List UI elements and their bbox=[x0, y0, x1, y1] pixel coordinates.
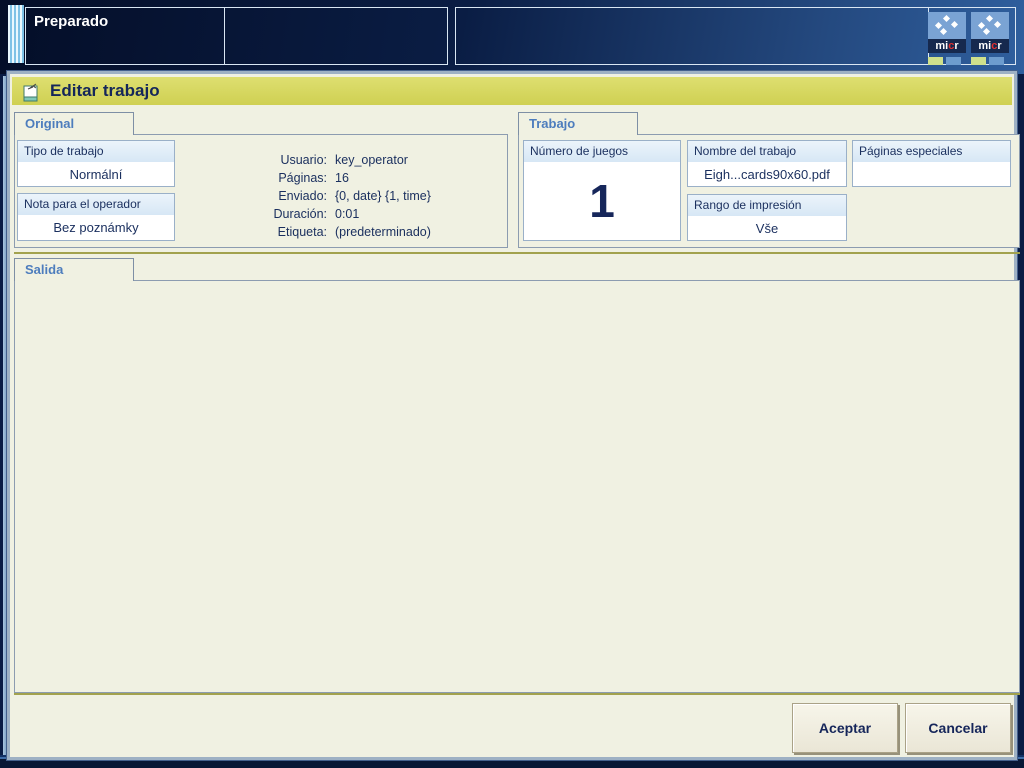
number-of-sets-button[interactable]: Número de juegos 1 bbox=[523, 140, 681, 241]
system-status-bar: Preparado micr micr bbox=[0, 0, 1024, 74]
micr-indicators: micr micr bbox=[928, 12, 1009, 65]
operator-note-value: Bez poznámky bbox=[53, 220, 139, 235]
job-type-button[interactable]: Tipo de trabajo Normální bbox=[17, 140, 175, 187]
tab-trabajo-label: Trabajo bbox=[529, 116, 576, 131]
print-range-label: Rango de impresión bbox=[688, 195, 846, 216]
operator-note-label: Nota para el operador bbox=[18, 194, 174, 215]
operator-note-button[interactable]: Nota para el operador Bez poznámky bbox=[17, 193, 175, 241]
green-chip bbox=[928, 57, 943, 65]
panel-divider bbox=[224, 8, 225, 64]
tab-trabajo[interactable]: Trabajo bbox=[518, 112, 638, 135]
job-type-label: Tipo de trabajo bbox=[18, 141, 174, 162]
micr-icon: micr bbox=[971, 12, 1009, 65]
micr-label: micr bbox=[971, 39, 1009, 53]
stripe-decoration bbox=[8, 5, 24, 63]
window-frame-highlight bbox=[3, 76, 9, 755]
micr-dots-icon bbox=[971, 12, 1009, 39]
blue-chip bbox=[989, 57, 1004, 65]
cancel-label: Cancelar bbox=[928, 720, 988, 736]
special-pages-value bbox=[853, 162, 1010, 186]
trabajo-panel: Número de juegos 1 Nombre del trabajo Ei… bbox=[518, 134, 1020, 248]
print-range-button[interactable]: Rango de impresión Vše bbox=[687, 194, 847, 241]
screen: Preparado micr micr Editar trabajo Origi… bbox=[0, 0, 1024, 768]
dialog-title-bar: Editar trabajo bbox=[12, 77, 1012, 105]
info-row: Usuario: key_operator bbox=[280, 153, 408, 167]
tab-original-label: Original bbox=[25, 116, 75, 131]
edit-job-dialog: Editar trabajo Original Tipo de trabajo … bbox=[10, 74, 1020, 757]
original-panel: Tipo de trabajo Normální Nota para el op… bbox=[14, 134, 508, 248]
green-chip bbox=[971, 57, 986, 65]
info-row: Etiqueta: (predeterminado) bbox=[277, 225, 431, 239]
job-name-value: Eigh...cards90x60.pdf bbox=[704, 166, 830, 182]
special-pages-label: Páginas especiales bbox=[853, 141, 1010, 162]
edit-job-icon bbox=[23, 83, 38, 102]
print-range-value: Vše bbox=[755, 220, 779, 236]
printer-status: Preparado bbox=[34, 13, 109, 30]
dialog-title: Editar trabajo bbox=[50, 81, 160, 100]
accept-label: Aceptar bbox=[818, 720, 872, 736]
window-frame-accent bbox=[0, 757, 1024, 759]
info-row: Páginas: 16 bbox=[278, 171, 349, 185]
tab-salida[interactable]: Salida bbox=[14, 258, 134, 281]
job-type-value: Normální bbox=[69, 166, 123, 182]
status-panel: Preparado bbox=[25, 7, 448, 65]
job-info-block: Usuario: key_operator Páginas: 16 Enviado:… bbox=[251, 153, 509, 243]
cancel-button[interactable]: Cancelar bbox=[905, 703, 1011, 753]
indicator-panel: micr micr bbox=[455, 7, 1016, 65]
special-pages-button[interactable]: Páginas especiales bbox=[852, 140, 1011, 187]
micr-label: micr bbox=[928, 39, 966, 53]
footer-separator bbox=[14, 693, 1020, 695]
number-of-sets-label: Número de juegos bbox=[524, 141, 680, 162]
blue-chip bbox=[946, 57, 961, 65]
section-separator bbox=[14, 252, 1020, 254]
micr-dots-icon bbox=[928, 12, 966, 39]
salida-panel bbox=[14, 280, 1020, 693]
tab-salida-label: Salida bbox=[25, 262, 64, 277]
job-name-label: Nombre del trabajo bbox=[688, 141, 846, 162]
number-of-sets-value: 1 bbox=[589, 175, 615, 227]
info-row: Enviado: {0, date} {1, time} bbox=[278, 189, 431, 203]
info-row: Duración: 0:01 bbox=[273, 207, 360, 221]
micr-icon: micr bbox=[928, 12, 966, 65]
job-name-button[interactable]: Nombre del trabajo Eigh...cards90x60.pdf bbox=[687, 140, 847, 187]
accept-button[interactable]: Aceptar bbox=[792, 703, 898, 753]
tab-original[interactable]: Original bbox=[14, 112, 134, 135]
